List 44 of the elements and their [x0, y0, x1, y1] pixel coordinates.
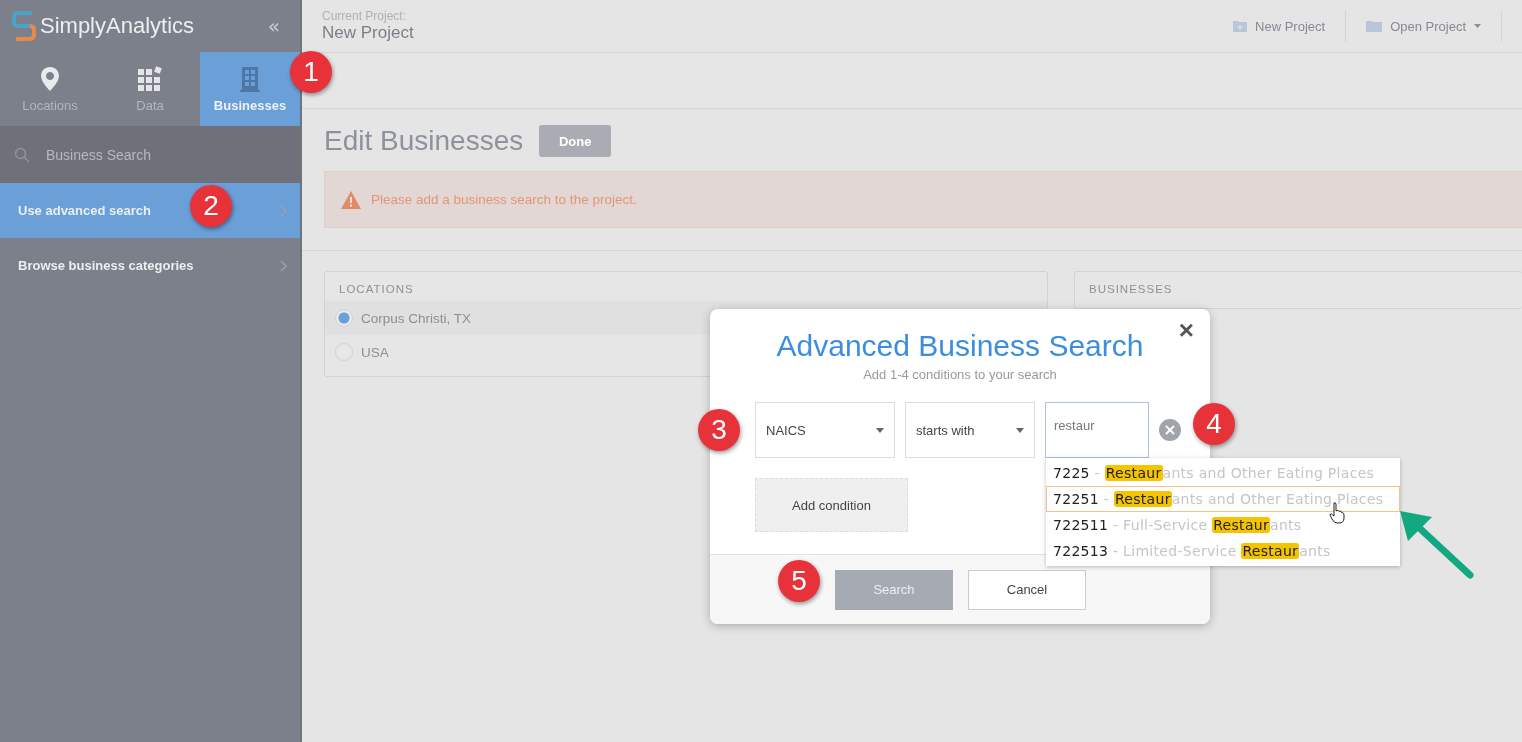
logo-icon	[12, 10, 36, 42]
location-label: USA	[361, 344, 389, 360]
cancel-button[interactable]: Cancel	[968, 569, 1086, 610]
step-number-badge: 4	[1193, 403, 1235, 445]
chevron-right-icon	[280, 259, 288, 272]
folder-icon	[1366, 20, 1383, 32]
dialog-title: Advanced Business Search	[776, 329, 1144, 363]
project-name: New Project	[322, 23, 414, 43]
step-number-badge: 3	[698, 409, 740, 451]
nav-tab[interactable]: Businesses	[200, 52, 300, 126]
search-icon	[14, 146, 30, 163]
suggestion-item[interactable]: 72251 - Restaurants and Other Eating Places	[1046, 486, 1400, 512]
grid-icon	[137, 65, 163, 92]
hand-cursor-icon	[1329, 502, 1345, 524]
close-button[interactable]: ×	[1174, 317, 1198, 343]
value-input-field[interactable]: restaur	[1045, 402, 1149, 458]
clear-icon	[1159, 419, 1181, 441]
sidebar-menu-item[interactable]: Browse business categories	[0, 238, 300, 293]
map-pin-icon	[40, 65, 60, 92]
building-icon	[239, 65, 261, 92]
suggestion-item[interactable]: 7225 - Restaurants and Other Eating Places	[1046, 460, 1400, 486]
app-logo-text: SimplyAnalytics	[40, 13, 196, 39]
caret-down-icon	[1474, 24, 1481, 28]
add-condition-button[interactable]: Add condition	[755, 478, 908, 532]
operator-dropdown[interactable]: starts with	[905, 402, 1035, 458]
suggestion-item[interactable]: 722511 - Full-Service Restaurants	[1046, 512, 1400, 538]
open-project-button[interactable]: Open Project	[1346, 10, 1502, 42]
suggestion-item[interactable]: 722513 - Limited-Service Restaurants	[1046, 538, 1400, 564]
new-project-button[interactable]: New Project	[1213, 10, 1347, 42]
page-title: Edit Businesses	[324, 125, 524, 157]
warning-text: Please add a business search to the project.	[371, 192, 637, 207]
folder-plus-icon	[1233, 20, 1248, 32]
caret-down-icon	[1016, 427, 1024, 433]
field-dropdown[interactable]: NAICS	[755, 402, 895, 458]
radio-button[interactable]	[335, 309, 353, 327]
dialog-subtitle: Add 1-4 conditions to your search	[863, 367, 1057, 382]
panel-heading: BUSINESSES	[1088, 282, 1174, 297]
warning-icon	[341, 190, 361, 209]
chevron-right-icon	[280, 204, 288, 217]
clear-button[interactable]	[1159, 419, 1181, 441]
location-label: Corpus Christi, TX	[361, 310, 472, 326]
caret-down-icon	[876, 427, 884, 433]
collapse-button[interactable]: «	[259, 14, 288, 38]
panel-heading: LOCATIONS	[338, 282, 415, 297]
